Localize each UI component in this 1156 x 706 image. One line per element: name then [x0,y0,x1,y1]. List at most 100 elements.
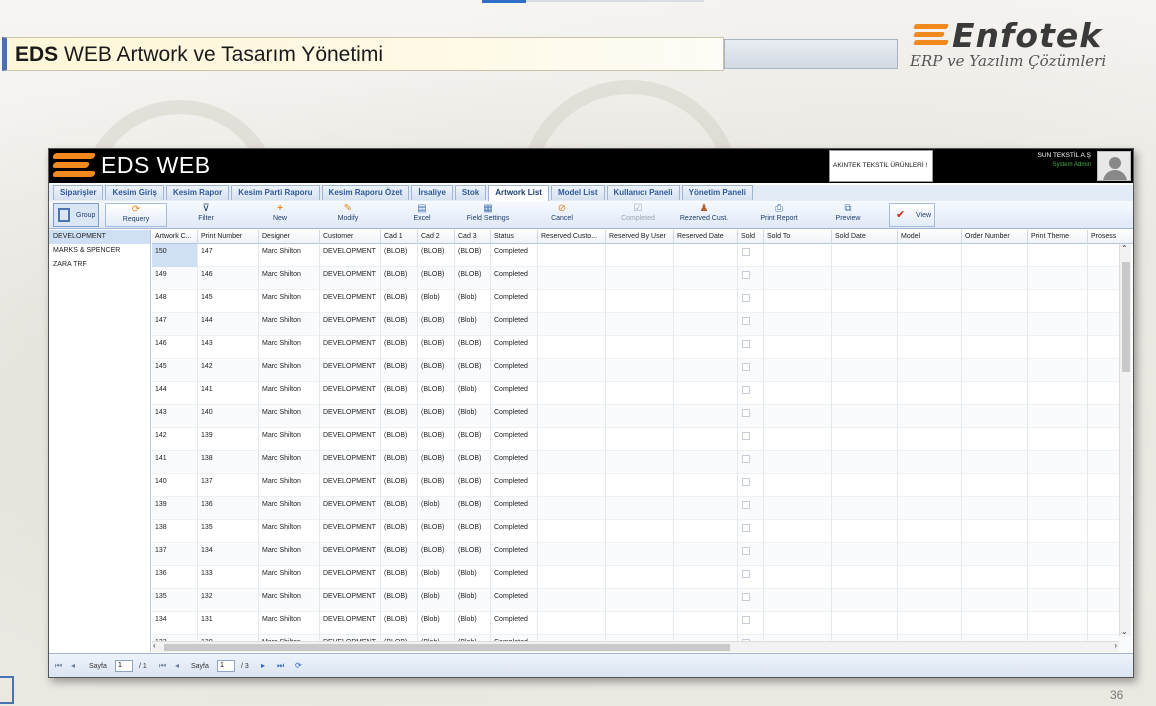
next-page-icon[interactable]: ▸ [261,661,265,670]
column-header[interactable]: Print Number [198,230,259,244]
table-row[interactable]: 142 139 Marc Shilton DEVELOPMENT (BLOB) (BLOB… [152,428,1133,451]
sold-checkbox[interactable] [742,363,750,371]
table-row[interactable]: 146 143 Marc Shilton DEVELOPMENT (BLOB) (BLOB… [152,336,1133,359]
sold-checkbox[interactable] [742,409,750,417]
reserved-customer-button[interactable]: ♟ Rezerved Cust. [677,203,731,227]
column-header[interactable]: Cad 3 [455,230,491,244]
sold-checkbox[interactable] [742,248,750,256]
table-row[interactable]: 147 144 Marc Shilton DEVELOPMENT (BLOB) (BLOB… [152,313,1133,336]
tab-kullan-c-paneli[interactable]: Kullanıcı Paneli [606,185,680,200]
first-page-icon[interactable]: ⏮ [55,661,62,671]
excel-button[interactable]: ▤ Excel [405,203,439,227]
modify-button[interactable]: ✎ Modify [331,203,365,227]
column-header[interactable]: Prosess [1088,230,1133,244]
sold-checkbox[interactable] [742,616,750,624]
column-header[interactable]: Reserved Date [674,230,738,244]
column-header[interactable]: Cad 1 [381,230,418,244]
table-row[interactable]: 134 131 Marc Shilton DEVELOPMENT (BLOB) (Blob… [152,612,1133,635]
table-row[interactable]: 141 138 Marc Shilton DEVELOPMENT (BLOB) (BLOB… [152,451,1133,474]
requery-button[interactable]: ⟳ Requery [105,203,167,227]
table-row[interactable]: 144 141 Marc Shilton DEVELOPMENT (BLOB) (BLOB… [152,382,1133,405]
table-row[interactable]: 145 142 Marc Shilton DEVELOPMENT (BLOB) (BLOB… [152,359,1133,382]
table-row[interactable]: 139 136 Marc Shilton DEVELOPMENT (BLOB) (Blob… [152,497,1133,520]
customer-list-item[interactable]: ZARA TRF [49,258,150,272]
sold-checkbox[interactable] [742,317,750,325]
tab-kesim-raporu-zet[interactable]: Kesim Raporu Özet [321,185,410,200]
sold-checkbox[interactable] [742,455,750,463]
column-header[interactable]: Reserved By User [606,230,674,244]
column-header[interactable]: Status [491,230,538,244]
table-row[interactable]: 149 146 Marc Shilton DEVELOPMENT (BLOB) (BLOB… [152,267,1133,290]
column-header[interactable]: Sold [738,230,764,244]
table-row[interactable]: 137 134 Marc Shilton DEVELOPMENT (BLOB) (BLOB… [152,543,1133,566]
new-button[interactable]: + New [263,203,297,227]
customer-list-item[interactable]: DEVELOPMENT [49,230,150,244]
tab-model-list[interactable]: Model List [550,185,605,200]
avatar[interactable] [1097,151,1131,181]
first-page-icon-right[interactable]: ⏮ [159,661,166,671]
sold-checkbox[interactable] [742,386,750,394]
tab-y-netim-paneli[interactable]: Yönetim Paneli [681,185,753,200]
preview-button[interactable]: ⧉ Preview [831,203,865,227]
sold-checkbox[interactable] [742,524,750,532]
scroll-left-icon[interactable]: ‹ [153,641,156,650]
table-row[interactable]: 150 147 Marc Shilton DEVELOPMENT (BLOB) (BLOB… [152,244,1133,267]
horizontal-scrollbar[interactable]: ‹ › [152,641,1119,652]
sold-checkbox[interactable] [742,501,750,509]
completed-button[interactable]: ☑ Completed [617,203,659,227]
filter-button[interactable]: ⊽ Filter [189,203,223,227]
scroll-down-icon[interactable]: ⌄ [1121,627,1128,636]
group-button[interactable]: Group [53,203,99,227]
sold-checkbox[interactable] [742,294,750,302]
empty-cell [764,566,832,589]
pager-right-page-input[interactable]: 1 [217,660,235,672]
column-header[interactable]: Sold Date [832,230,898,244]
tab-artwork-list[interactable]: Artwork List [488,185,549,201]
table-row[interactable]: 140 137 Marc Shilton DEVELOPMENT (BLOB) (BLOB… [152,474,1133,497]
tab-kesim-rapor[interactable]: Kesim Rapor [165,185,230,200]
last-page-icon[interactable]: ⏭ [277,661,284,671]
company-selector[interactable]: AKINTEK TEKSTİL ÜRÜNLERİ ! [829,150,933,182]
sold-checkbox[interactable] [742,271,750,279]
column-header[interactable]: Sold To [764,230,832,244]
column-header[interactable]: Order Number [962,230,1028,244]
sold-checkbox[interactable] [742,340,750,348]
sold-checkbox[interactable] [742,478,750,486]
tab-kesim-giri-[interactable]: Kesim Giriş [105,185,164,200]
sold-checkbox[interactable] [742,547,750,555]
sold-checkbox[interactable] [742,432,750,440]
tab-kesim-parti-raporu[interactable]: Kesim Parti Raporu [231,185,320,200]
corner-nav-icon[interactable] [0,676,14,704]
table-row[interactable]: 135 132 Marc Shilton DEVELOPMENT (BLOB) (Blob… [152,589,1133,612]
sold-checkbox[interactable] [742,570,750,578]
print-report-button[interactable]: ⎙ Print Report [757,203,801,227]
column-header[interactable]: Model [898,230,962,244]
refresh-page-icon[interactable]: ⟳ [295,661,302,670]
column-header[interactable]: Print Theme [1028,230,1088,244]
view-button[interactable]: ✔ View [889,203,935,227]
vertical-scrollbar[interactable]: ⌃ ⌄ [1119,244,1131,636]
tab-i-rsaliye[interactable]: İrsaliye [411,185,453,200]
cancel-button[interactable]: ⊘ Cancel [545,203,579,227]
table-row[interactable]: 148 145 Marc Shilton DEVELOPMENT (BLOB) (Blob… [152,290,1133,313]
tab-sipari-ler[interactable]: Siparişler [53,185,104,200]
column-header[interactable]: Reserved Custo... [538,230,606,244]
prev-page-icon[interactable]: ◂ [71,661,75,670]
column-header[interactable]: Artwork C... [152,230,198,244]
column-header[interactable]: Customer [320,230,381,244]
field-settings-button[interactable]: ▦ Field Settings [463,203,513,227]
sold-checkbox[interactable] [742,593,750,601]
scroll-right-icon[interactable]: › [1114,641,1117,650]
tab-stok[interactable]: Stok [454,185,487,200]
customer-list-item[interactable]: MARKS & SPENCER [49,244,150,258]
table-row[interactable]: 138 135 Marc Shilton DEVELOPMENT (BLOB) (BLOB… [152,520,1133,543]
column-header[interactable]: Cad 2 [418,230,455,244]
table-row[interactable]: 143 140 Marc Shilton DEVELOPMENT (BLOB) (BLOB… [152,405,1133,428]
scroll-up-icon[interactable]: ⌃ [1121,244,1128,253]
horizontal-scroll-thumb[interactable] [164,644,730,651]
column-header[interactable]: Designer [259,230,320,244]
pager-left-page-input[interactable]: 1 [115,660,133,672]
prev-page-icon-right[interactable]: ◂ [175,661,179,670]
vertical-scroll-thumb[interactable] [1122,262,1130,372]
table-row[interactable]: 136 133 Marc Shilton DEVELOPMENT (BLOB) (Blob… [152,566,1133,589]
